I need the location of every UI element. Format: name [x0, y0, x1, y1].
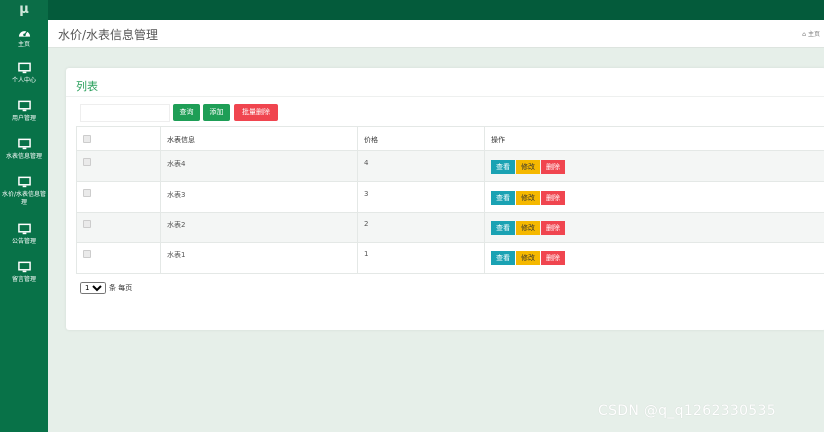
edit-button[interactable]: 修改 — [516, 221, 540, 235]
divider — [66, 96, 824, 97]
sidebar-item-label: 个人中心 — [11, 77, 36, 84]
row-checkbox[interactable] — [83, 220, 91, 228]
sidebar-item-messages[interactable]: 留言管理 — [0, 261, 48, 284]
table-row: 水表1 1 查看 修改 删除 — [77, 243, 824, 273]
breadcrumb[interactable]: ⌂ 主页 — [802, 29, 820, 38]
cell-meter: 水表4 — [167, 160, 186, 168]
column-header-meter: 水表信息 — [167, 136, 195, 144]
cell-meter: 水表2 — [167, 221, 186, 229]
sidebar-item-label: 水表信息管理 — [5, 153, 42, 160]
breadcrumb-home[interactable]: 主页 — [808, 31, 820, 38]
delete-button[interactable]: 删除 — [541, 191, 565, 205]
column-divider — [160, 127, 161, 273]
watermark: CSDN @q_q1262330535 — [598, 403, 776, 419]
sidebar: 主页 个人中心 用户管理 水表信息管理 水价/水表信息管理 公告管理 留言管理 — [0, 20, 48, 432]
monitor-icon — [17, 100, 31, 112]
table-header-row: 水表信息 价格 操作 — [77, 127, 824, 151]
edit-button[interactable]: 修改 — [516, 251, 540, 265]
row-checkbox[interactable] — [83, 189, 91, 197]
delete-button[interactable]: 删除 — [541, 251, 565, 265]
cell-price: 3 — [364, 190, 369, 198]
row-checkbox[interactable] — [83, 158, 91, 166]
sidebar-item-label: 公告管理 — [11, 238, 36, 245]
batch-delete-button[interactable]: 批量删除 — [234, 104, 278, 121]
edit-button[interactable]: 修改 — [516, 160, 540, 174]
view-button[interactable]: 查看 — [491, 221, 515, 235]
monitor-icon — [17, 223, 31, 235]
data-table: 水表信息 价格 操作 水表4 4 查看 修改 删除 水表3 3 查看 修改 删除 — [76, 126, 824, 274]
monitor-icon — [17, 261, 31, 273]
dashboard-icon — [18, 30, 30, 37]
home-icon: ⌂ — [802, 31, 806, 38]
page-title: 水价/水表信息管理 — [58, 28, 159, 42]
pagination: 10 条 每页 — [80, 282, 132, 294]
monitor-icon — [17, 176, 31, 188]
edit-button[interactable]: 修改 — [516, 191, 540, 205]
delete-button[interactable]: 删除 — [541, 221, 565, 235]
sidebar-item-label: 留言管理 — [11, 276, 36, 283]
table-row: 水表4 4 查看 修改 删除 — [77, 151, 824, 182]
query-button[interactable]: 查询 — [173, 104, 200, 121]
view-button[interactable]: 查看 — [491, 191, 515, 205]
select-all-checkbox[interactable] — [83, 135, 91, 143]
top-bar — [0, 0, 824, 20]
panel-title: 列表 — [76, 80, 98, 93]
sidebar-item-users[interactable]: 用户管理 — [0, 100, 48, 123]
list-panel: 列表 查询 添加 批量删除 水表信息 价格 操作 水表4 4 查看 修改 删除 … — [66, 68, 824, 330]
monitor-icon — [17, 138, 31, 150]
sidebar-item-meter-info[interactable]: 水表信息管理 — [0, 138, 48, 161]
sidebar-item-home[interactable]: 主页 — [0, 26, 48, 49]
delete-button[interactable]: 删除 — [541, 160, 565, 174]
view-button[interactable]: 查看 — [491, 160, 515, 174]
column-divider — [484, 127, 485, 273]
sidebar-item-profile[interactable]: 个人中心 — [0, 62, 48, 85]
table-row: 水表3 3 查看 修改 删除 — [77, 182, 824, 213]
cell-price: 2 — [364, 220, 369, 228]
view-button[interactable]: 查看 — [491, 251, 515, 265]
app-logo[interactable]: μ — [0, 0, 48, 20]
column-divider — [357, 127, 358, 273]
sidebar-item-label: 主页 — [17, 41, 30, 48]
sidebar-item-label: 用户管理 — [11, 115, 36, 122]
cell-price: 4 — [364, 159, 369, 167]
monitor-icon — [17, 62, 31, 74]
add-button[interactable]: 添加 — [203, 104, 230, 121]
cell-meter: 水表1 — [167, 251, 186, 259]
column-header-price: 价格 — [364, 136, 378, 144]
sidebar-item-price-meter[interactable]: 水价/水表信息管理 — [0, 176, 48, 207]
page-size-select[interactable]: 10 — [80, 282, 106, 294]
search-input[interactable] — [80, 104, 170, 122]
sidebar-item-label: 水价/水表信息管理 — [1, 191, 47, 206]
row-checkbox[interactable] — [83, 250, 91, 258]
sidebar-item-announcements[interactable]: 公告管理 — [0, 223, 48, 246]
page-size-label: 条 每页 — [109, 284, 133, 292]
cell-price: 1 — [364, 250, 369, 258]
column-header-actions: 操作 — [491, 136, 505, 144]
table-row: 水表2 2 查看 修改 删除 — [77, 213, 824, 243]
page-header: 水价/水表信息管理 ⌂ 主页 — [48, 20, 824, 48]
cell-meter: 水表3 — [167, 191, 186, 199]
